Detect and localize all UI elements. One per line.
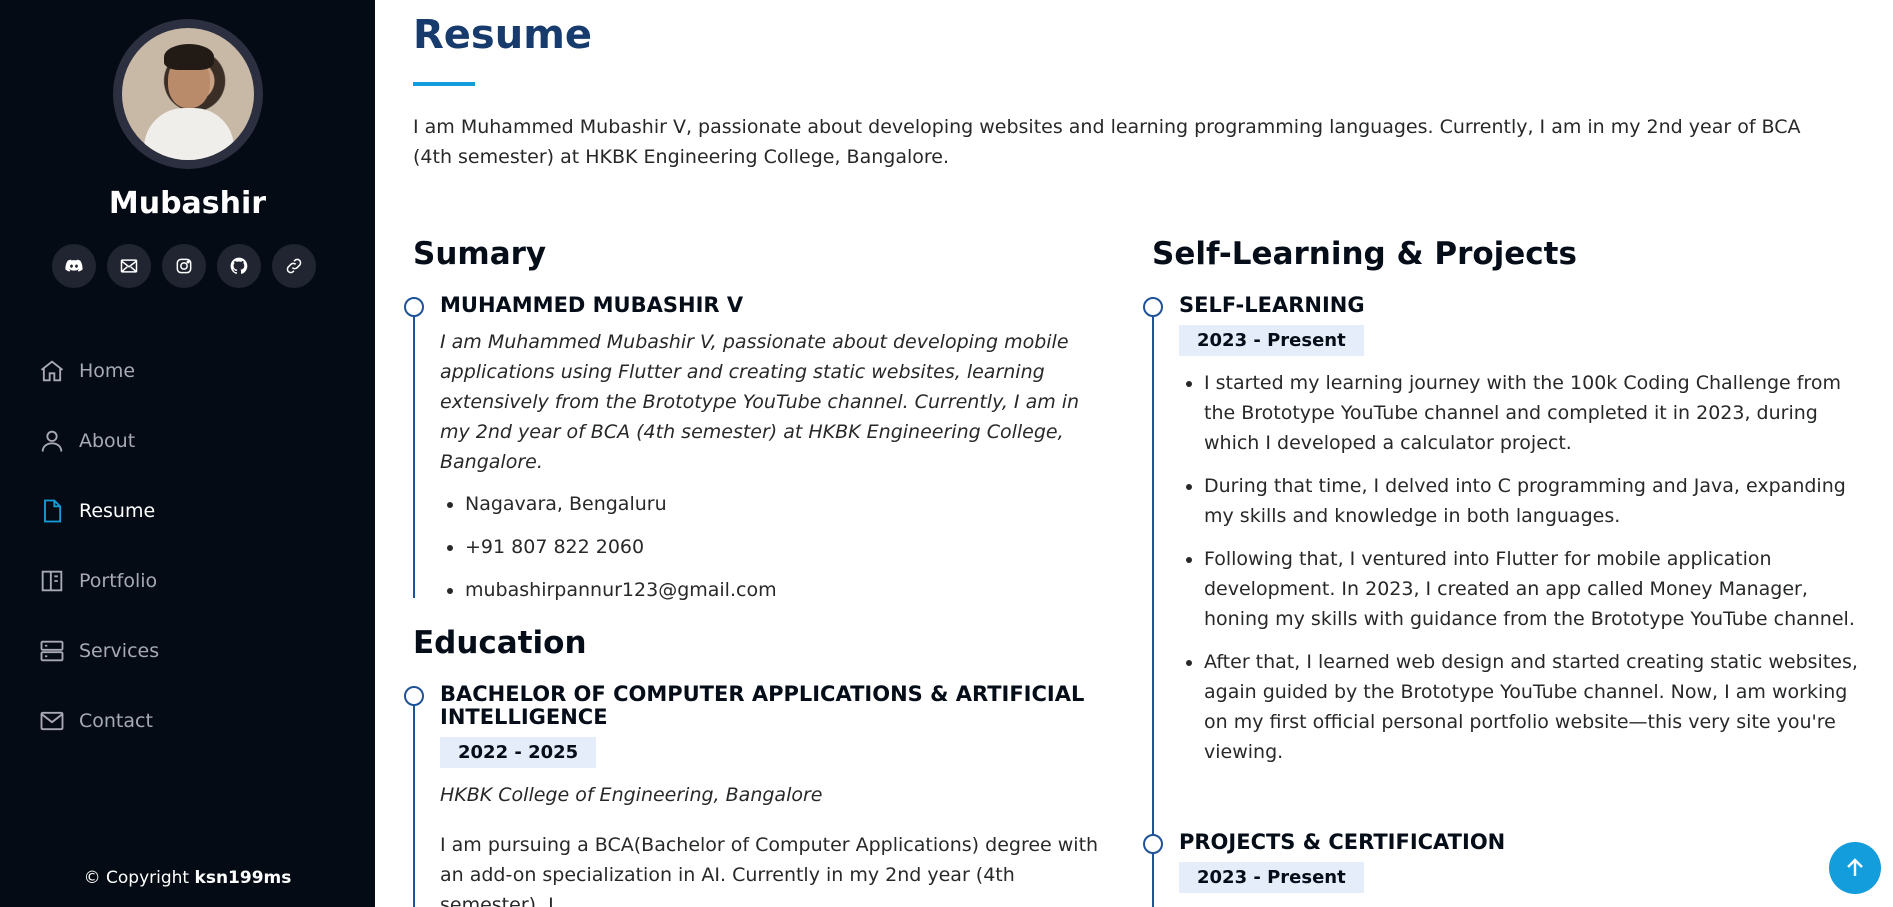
page-title: Resume: [413, 12, 593, 58]
copyright-prefix: © Copyright: [83, 868, 190, 888]
mail-icon: [120, 259, 138, 273]
github-link[interactable]: [217, 244, 261, 288]
discord-icon: [65, 259, 83, 272]
nav-item-about[interactable]: About: [38, 406, 159, 476]
instagram-link[interactable]: [162, 244, 206, 288]
document-icon: [44, 499, 62, 523]
education-college: HKBK College of Engineering, Bangalore: [440, 784, 823, 806]
summary-name: MUHAMMED MUBASHIR V: [440, 293, 744, 317]
education-period: 2022 - 2025: [440, 737, 597, 768]
nav-item-home[interactable]: Home: [38, 336, 159, 406]
summary-text: I am Muhammed Mubashir V, passionate abo…: [440, 331, 1080, 473]
nav-item-portfolio[interactable]: Portfolio: [38, 546, 159, 616]
instagram-icon: [176, 258, 192, 274]
self-learning-title: SELF-LEARNING: [1179, 293, 1365, 317]
copyright: © Copyright ksn199ms: [0, 868, 375, 888]
summary-heading: Sumary: [413, 236, 547, 272]
nav-label-home: Home: [79, 360, 136, 382]
detail-location: Nagavara, Bengaluru: [465, 489, 1113, 519]
list-item: After that, I learned web design and sta…: [1204, 647, 1872, 767]
education-degree: BACHELOR OF COMPUTER APPLICATIONS & ARTI…: [440, 682, 1085, 729]
arrow-up-icon: [1847, 858, 1863, 876]
nav-item-services[interactable]: Services: [38, 616, 159, 686]
list-item: I started my learning journey with the 1…: [1204, 368, 1872, 458]
portfolio-icon: [41, 570, 63, 592]
home-icon: [40, 360, 64, 382]
profile-name: Mubashir: [108, 186, 267, 221]
link-icon: [286, 258, 302, 274]
education-text: I am pursuing a BCA(Bachelor of Computer…: [440, 834, 1099, 907]
website-link[interactable]: [272, 244, 316, 288]
self-learning-period: 2023 - Present: [1179, 325, 1364, 356]
social-links: [52, 244, 316, 288]
education-heading: Education: [413, 625, 587, 661]
envelope-icon: [40, 711, 64, 731]
sidebar: Mubashir Home About Resume Portfolio Ser…: [0, 0, 375, 907]
person-icon: [41, 430, 63, 452]
self-learning-points: I started my learning journey with the 1…: [1179, 368, 1872, 767]
list-item: During that time, I delved into C progra…: [1204, 471, 1872, 531]
detail-phone: +91 807 822 2060: [465, 532, 1113, 562]
server-icon: [40, 640, 64, 662]
nav-label-resume: Resume: [79, 500, 156, 522]
summary-item: MUHAMMED MUBASHIR V I am Muhammed Mubash…: [404, 293, 1113, 601]
nav-label-contact: Contact: [79, 710, 153, 732]
projects-item: PROJECTS & CERTIFICATION 2023 - Present: [1143, 830, 1872, 907]
github-icon: [230, 257, 248, 274]
email-link[interactable]: [107, 244, 151, 288]
detail-email: mubashirpannur123@gmail.com: [465, 575, 1113, 605]
education-item: BACHELOR OF COMPUTER APPLICATIONS & ARTI…: [404, 682, 1113, 907]
self-learning-item: SELF-LEARNING 2023 - Present I started m…: [1143, 293, 1872, 837]
main-nav: Home About Resume Portfolio Services Con…: [38, 336, 159, 756]
copyright-name: ksn199ms: [194, 868, 292, 888]
summary-details: Nagavara, Bengaluru +91 807 822 2060 mub…: [440, 489, 1113, 605]
nav-label-portfolio: Portfolio: [79, 570, 158, 592]
profile-avatar: [113, 19, 263, 169]
title-underline: [413, 82, 475, 86]
nav-label-about: About: [79, 430, 136, 452]
projects-title: PROJECTS & CERTIFICATION: [1179, 830, 1506, 854]
discord-link[interactable]: [52, 244, 96, 288]
projects-period: 2023 - Present: [1179, 862, 1364, 893]
nav-item-contact[interactable]: Contact: [38, 686, 159, 756]
list-item: Following that, I ventured into Flutter …: [1204, 544, 1872, 634]
nav-label-services: Services: [79, 640, 160, 662]
nav-item-resume[interactable]: Resume: [38, 476, 159, 546]
profile-photo: [122, 28, 254, 160]
back-to-top-button[interactable]: [1829, 842, 1881, 894]
resume-intro: I am Muhammed Mubashir V, passionate abo…: [413, 116, 1801, 168]
self-learning-heading: Self-Learning & Projects: [1152, 236, 1577, 272]
